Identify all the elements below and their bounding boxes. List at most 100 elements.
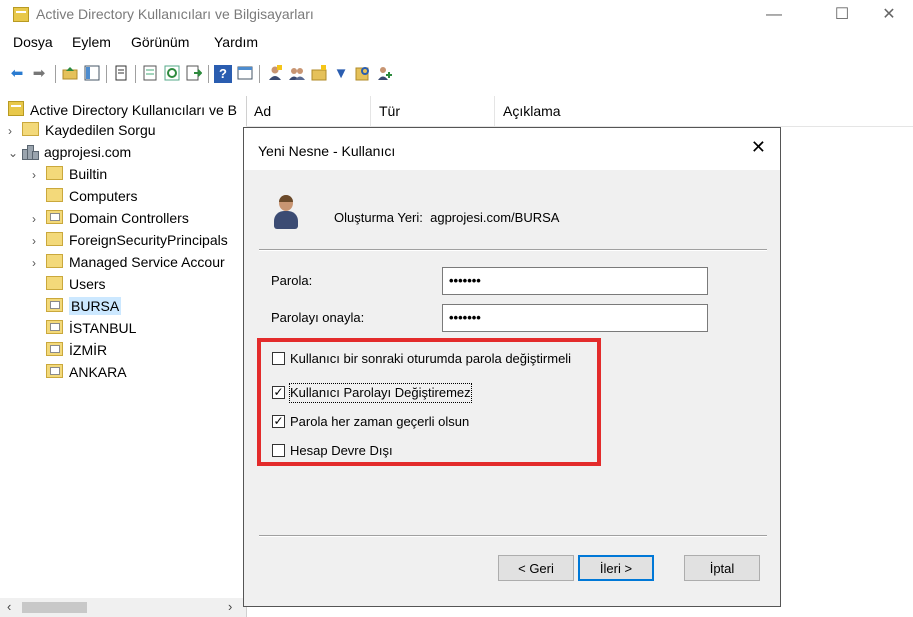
- new-group-icon[interactable]: [288, 65, 306, 83]
- cancel-button[interactable]: İptal: [684, 555, 760, 581]
- tree-item-ankara[interactable]: ANKARA: [32, 364, 127, 384]
- confirm-password-label: Parolayı onayla:: [271, 310, 365, 325]
- tree-item-label: ForeignSecurityPrincipals: [69, 232, 228, 248]
- column-ad[interactable]: Ad: [246, 96, 371, 126]
- add-to-group-icon[interactable]: [376, 65, 394, 83]
- export-icon[interactable]: [185, 65, 203, 83]
- tree-item-kaydedilen-sorgu[interactable]: › Kaydedilen Sorgu: [8, 122, 156, 142]
- checkmark-icon[interactable]: ✓: [272, 415, 285, 428]
- collapse-chevron-icon[interactable]: ⌄: [8, 146, 22, 160]
- location-label: Oluşturma Yeri:: [334, 210, 423, 225]
- tree-item-domain-controllers[interactable]: › Domain Controllers: [32, 210, 189, 230]
- separator: [259, 535, 767, 537]
- minimize-button[interactable]: —: [751, 0, 797, 30]
- expand-chevron-icon[interactable]: ›: [32, 256, 46, 270]
- scroll-thumb[interactable]: [22, 602, 87, 613]
- tree-root[interactable]: Active Directory Kullanıcıları ve B: [8, 100, 237, 120]
- user-icon: [274, 195, 298, 231]
- tree-item-label: Builtin: [69, 166, 108, 182]
- expand-chevron-icon[interactable]: ›: [32, 168, 46, 182]
- tree-item-bursa[interactable]: BURSA: [32, 297, 122, 318]
- expand-chevron-icon[interactable]: ›: [32, 212, 46, 226]
- dialog-title-bar: Yeni Nesne - Kullanıcı ✕: [244, 128, 780, 170]
- filter-icon[interactable]: ▼: [332, 65, 350, 83]
- checkbox-label: Kullanıcı Parolayı Değiştiremez: [289, 383, 472, 403]
- back-icon[interactable]: ⬅: [8, 65, 26, 83]
- ou-folder-icon: [46, 320, 63, 334]
- window-title: Active Directory Kullanıcıları ve Bilgis…: [36, 6, 314, 22]
- new-user-icon[interactable]: [266, 65, 284, 83]
- console-tree-icon[interactable]: [236, 65, 254, 83]
- new-ou-icon[interactable]: [310, 65, 328, 83]
- up-folder-icon[interactable]: [61, 65, 79, 83]
- list-header: Ad Tür Açıklama: [246, 96, 913, 127]
- dialog-close-button[interactable]: ✕: [751, 137, 766, 158]
- new-user-dialog: Yeni Nesne - Kullanıcı ✕ Oluşturma Yeri:…: [243, 127, 781, 607]
- tree-item-users[interactable]: Users: [32, 276, 106, 296]
- checkbox-box[interactable]: [272, 352, 285, 365]
- maximize-button[interactable]: ☐: [819, 0, 865, 30]
- ou-folder-icon: [46, 342, 63, 356]
- toolbar-separator: [259, 65, 260, 83]
- tree-item-label: ANKARA: [69, 364, 127, 380]
- title-bar: Active Directory Kullanıcıları ve Bilgis…: [0, 0, 913, 30]
- tree-horizontal-scrollbar[interactable]: ‹ ›: [0, 598, 246, 617]
- tree-item-izmir[interactable]: İZMİR: [32, 342, 107, 362]
- column-tur[interactable]: Tür: [371, 96, 495, 126]
- folder-icon: [46, 254, 63, 268]
- find-icon[interactable]: [354, 65, 372, 83]
- confirm-password-input[interactable]: •••••••: [442, 304, 708, 332]
- scroll-right-icon[interactable]: ›: [228, 599, 232, 614]
- ou-folder-icon: [46, 210, 63, 224]
- tree-item-managed-service-accounts[interactable]: › Managed Service Accour: [32, 254, 225, 274]
- tree-item-label: agprojesi.com: [44, 144, 132, 160]
- tree-item-label: İSTANBUL: [69, 320, 137, 336]
- menu-dosya[interactable]: Dosya: [13, 34, 53, 50]
- tree-item-builtin[interactable]: › Builtin: [32, 166, 107, 186]
- tree-item-computers[interactable]: Computers: [32, 188, 137, 208]
- scroll-left-icon[interactable]: ‹: [7, 599, 11, 614]
- export-list-icon[interactable]: [141, 65, 159, 83]
- folder-icon: [46, 232, 63, 246]
- ou-folder-icon: [46, 364, 63, 378]
- tree-item-label: Computers: [69, 188, 138, 204]
- location-value: agprojesi.com/BURSA: [430, 210, 560, 225]
- console-tree[interactable]: Active Directory Kullanıcıları ve B › Kay…: [0, 96, 247, 617]
- tree-item-foreign-security-principals[interactable]: › ForeignSecurityPrincipals: [32, 232, 228, 252]
- ad-app-icon: [13, 7, 29, 22]
- checkbox-label: Kullanıcı bir sonraki oturumda parola de…: [290, 351, 572, 366]
- tree-item-label: İZMİR: [69, 342, 108, 358]
- tree-item-label: BURSA: [69, 297, 122, 315]
- ou-folder-icon: [46, 298, 63, 312]
- checkbox-box[interactable]: [272, 444, 285, 457]
- toolbar-separator: [135, 65, 136, 83]
- menu-yardim[interactable]: Yardım: [214, 34, 258, 50]
- tree-item-istanbul[interactable]: İSTANBUL: [32, 320, 136, 340]
- help-icon[interactable]: ?: [214, 65, 232, 83]
- tree-item-domain[interactable]: ⌄ agprojesi.com: [8, 144, 131, 164]
- folder-icon: [46, 276, 63, 290]
- creation-location: Oluşturma Yeri: agprojesi.com/BURSA: [334, 210, 559, 225]
- close-window-button[interactable]: ✕: [866, 0, 912, 30]
- separator: [259, 249, 767, 251]
- refresh-icon[interactable]: [163, 65, 181, 83]
- password-label: Parola:: [271, 273, 313, 288]
- show-tree-icon[interactable]: [83, 65, 101, 83]
- next-button[interactable]: İleri >: [578, 555, 654, 581]
- back-button[interactable]: < Geri: [498, 555, 574, 581]
- expand-chevron-icon[interactable]: ›: [8, 124, 22, 138]
- folder-icon: [46, 166, 63, 180]
- properties-icon[interactable]: [112, 65, 130, 83]
- forward-icon[interactable]: ➡: [30, 65, 48, 83]
- menu-gorunum[interactable]: Görünüm: [131, 34, 189, 50]
- menu-eylem[interactable]: Eylem: [72, 34, 111, 50]
- folder-icon: [46, 188, 63, 202]
- toolbar-separator: [106, 65, 107, 83]
- password-input[interactable]: •••••••: [442, 267, 708, 295]
- ad-root-icon: [8, 101, 24, 116]
- column-aciklama[interactable]: Açıklama: [495, 96, 680, 126]
- tree-root-label: Active Directory Kullanıcıları ve B: [30, 102, 237, 118]
- checkmark-icon[interactable]: ✓: [272, 386, 285, 399]
- dialog-title: Yeni Nesne - Kullanıcı: [258, 143, 396, 159]
- expand-chevron-icon[interactable]: ›: [32, 234, 46, 248]
